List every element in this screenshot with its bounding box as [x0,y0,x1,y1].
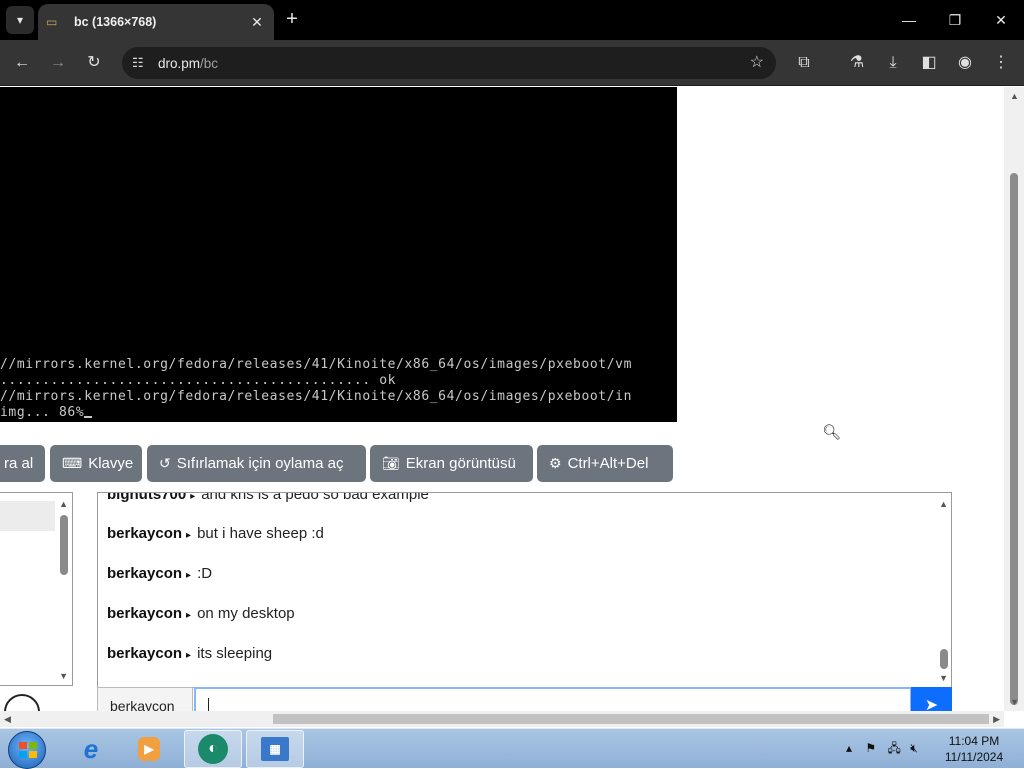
scroll-down-arrow-icon[interactable]: ▼ [1010,697,1019,707]
side-panel-icon[interactable]: ◧ [916,50,942,76]
chat-scrollbar-thumb[interactable] [940,649,948,669]
vertical-scrollbar-thumb[interactable] [1010,173,1018,705]
vm-console-line: ........................................… [0,373,397,388]
taskbar-browser[interactable]: ◐ [184,730,242,768]
scroll-up-arrow-icon[interactable]: ▲ [1010,91,1019,101]
zoom-out-magnifier-icon: 🔍︎ [822,424,842,441]
taskbar-internet-explorer[interactable]: e [62,730,120,768]
chat-message: berkaycon ▸ but i have sheep :d [107,525,324,542]
browser-icon: ◐ [198,734,228,764]
show-hidden-icons-icon[interactable]: ▴ [846,741,852,755]
back-arrow-icon[interactable]: ← [9,50,35,76]
scroll-up-arrow-icon[interactable]: ▲ [59,499,68,509]
site-settings-icon[interactable]: ☷ [132,55,152,71]
scroll-left-arrow-icon[interactable]: ◀ [4,714,11,725]
user-list-item[interactable] [0,501,55,531]
undo-icon: ↺ [159,455,171,471]
labs-flask-icon[interactable]: ⚗ [844,50,870,76]
minimize-icon[interactable]: — [894,8,924,32]
windows-logo-icon [19,742,37,758]
taskbar-control-panel[interactable]: ▦ [246,730,304,768]
start-button[interactable] [8,731,46,769]
tab-bar: ▾ ▭ bc (1366×768) ✕ + — ❐ ✕ [0,0,1024,40]
gear-icon: ⚙ [549,455,562,471]
user-list-scrollbar-thumb[interactable] [60,515,68,575]
username-label: berkaycon [97,687,193,711]
tab-search-chevron-icon[interactable]: ▾ [6,6,34,34]
ctrl-alt-del-button[interactable]: ⚙ Ctrl+Alt+Del [537,445,673,482]
address-bar[interactable]: ☷ dro.pm/bc ☆ [122,47,776,79]
window-close-icon[interactable]: ✕ [986,8,1016,32]
url-text: dro.pm/bc [158,55,219,71]
vote-reset-button[interactable]: ↺ Sıfırlamak için oylama aç [147,445,366,482]
forward-arrow-icon[interactable]: → [45,50,71,76]
bookmark-star-icon[interactable]: ☆ [750,52,764,72]
screenshot-button[interactable]: 📷︎ Ekran görüntüsü [370,445,533,482]
user-avatar [4,694,40,711]
chat-scroll-up-icon[interactable]: ▲ [939,499,948,509]
chat-message: berkaycon ▸ its sleeping [107,645,273,662]
tab-title: bc (1366×768) [74,15,157,29]
vm-console-line: //mirrors.kernel.org/fedora/releases/41/… [0,357,632,372]
system-clock[interactable]: 11:04 PM 11/11/2024 [935,733,1013,765]
vm-console-line: //mirrors.kernel.org/fedora/releases/41/… [0,389,632,404]
horizontal-scrollbar-thumb[interactable] [273,714,989,724]
scroll-right-arrow-icon[interactable]: ▶ [993,714,1000,725]
page-vertical-scrollbar[interactable]: ▲ ▼ [1004,87,1024,711]
keyboard-button[interactable]: ⌨ Klavye [50,445,142,482]
send-plane-icon: ➤ [924,697,939,711]
download-icon[interactable]: ⤓ [880,50,906,76]
page-horizontal-scrollbar[interactable]: ◀ ▶ [0,711,1004,727]
windows-taskbar: e ▶ ◐ ▦ ▴ ⚑ 🖧︎ 🔇︎ 11:04 PM 11/11/2024 [0,728,1024,769]
internet-explorer-icon: e [83,733,99,764]
action-center-flag-icon[interactable]: ⚑ [865,741,876,755]
page-content: //mirrors.kernel.org/fedora/releases/41/… [0,87,1004,711]
chat-input[interactable] [194,687,912,711]
control-panel-icon: ▦ [261,737,289,761]
take-turn-button[interactable]: ra al [0,445,45,482]
scroll-down-arrow-icon[interactable]: ▼ [59,671,68,681]
favicon-icon: ▭ [46,15,58,29]
user-list[interactable]: ▲ ▼ [0,492,73,686]
new-tab-plus-icon[interactable]: + [280,8,304,32]
system-tray: ▴ ⚑ 🖧︎ 🔇︎ [846,739,918,760]
chat-messages[interactable]: bignuts700 ▸ and khs is a pedo so bad exam… [97,492,952,688]
browser-toolbar: ← → ↻ ☷ dro.pm/bc ☆ ⧉ ⚗ ⤓ ◧ ◉ ⋮ [0,40,1024,86]
menu-kebab-icon[interactable]: ⋮ [988,50,1014,76]
extensions-puzzle-icon[interactable]: ⧉ [791,50,817,76]
chat-message: berkaycon ▸ on my desktop [107,605,295,622]
text-caret [208,698,209,711]
taskbar-media-player[interactable]: ▶ [120,730,178,768]
volume-muted-icon[interactable]: 🔇︎ [910,741,918,755]
camera-icon: 📷︎ [382,455,400,471]
network-icon[interactable]: 🖧︎ [887,741,900,755]
tab-close-icon[interactable]: ✕ [248,14,266,31]
vm-screen[interactable]: //mirrors.kernel.org/fedora/releases/41/… [0,87,677,422]
chat-message: berkaycon ▸:D [107,565,213,582]
chat-message: bignuts700 ▸ and khs is a pedo so bad exam… [107,492,429,503]
clock-date: 11/11/2024 [944,750,1004,764]
profile-avatar-icon[interactable]: ◉ [952,50,978,76]
chat-scroll-down-icon[interactable]: ▼ [939,673,948,683]
vm-console-line: img... 86% [0,405,93,420]
keyboard-icon: ⌨ [62,455,83,471]
send-button[interactable]: ➤ [911,687,952,711]
media-player-icon: ▶ [138,737,160,761]
reload-icon[interactable]: ↻ [81,50,107,76]
browser-tab[interactable]: ▭ bc (1366×768) ✕ [38,4,274,40]
clock-time: 11:04 PM [948,734,1000,748]
restore-icon[interactable]: ❐ [940,8,970,32]
